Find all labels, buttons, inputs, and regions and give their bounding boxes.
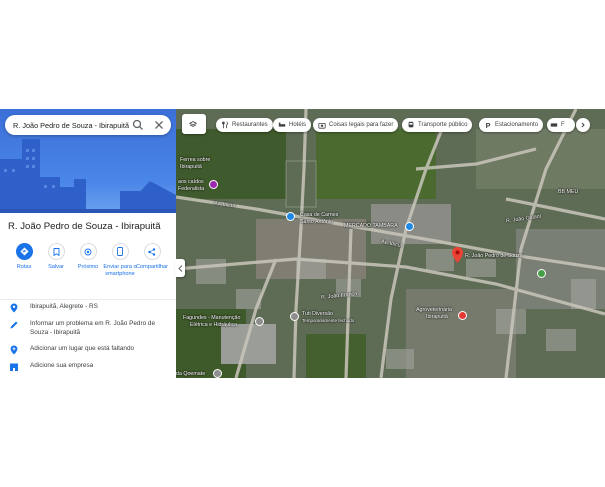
chevron-left-icon bbox=[177, 264, 182, 272]
restaurant-icon bbox=[222, 121, 228, 129]
map-label-casa-carnes2: Santo Antônio bbox=[300, 219, 333, 225]
place-pin-icon[interactable] bbox=[537, 269, 546, 278]
map-label-fagundes: Fagundes - Manutenção bbox=[183, 315, 241, 321]
transit-icon bbox=[408, 121, 414, 128]
chip-label: Transporte público bbox=[418, 122, 468, 128]
map-label-ferrea2: Ibirapuitã bbox=[180, 164, 202, 170]
closed-place-pin-icon[interactable] bbox=[290, 312, 299, 321]
nearby-icon bbox=[79, 243, 97, 260]
map-label-tuti2: Temporariamente fechado bbox=[302, 318, 355, 323]
place-hero-image: R. João Pedro de Souza - Ibirapuitã bbox=[0, 109, 176, 213]
location-row[interactable]: Ibirapuitã, Alegrete - RS bbox=[9, 303, 174, 313]
selected-location-pin-icon[interactable] bbox=[452, 247, 463, 263]
map-label-casa-carnes: Casa de Carnes bbox=[300, 212, 339, 218]
action-label: Próximo bbox=[77, 264, 99, 270]
side-panel: R. João Pedro de Souza - Ibirapuitã R. J… bbox=[0, 109, 176, 378]
share-icon bbox=[143, 243, 161, 260]
chip-transporte-publico[interactable]: Transporte público bbox=[402, 118, 473, 132]
share-button[interactable]: Compartilhar bbox=[134, 243, 170, 271]
map-label-ferrea: Ferrea sobre bbox=[180, 157, 211, 163]
location-text: Ibirapuitã, Alegrete - RS bbox=[30, 303, 98, 310]
landmark-pin-icon[interactable] bbox=[209, 180, 218, 189]
shopping-cart-pin-icon[interactable] bbox=[405, 222, 414, 231]
report-problem-row[interactable]: Informar um problema em R. João Pedro de… bbox=[9, 320, 174, 337]
chip-estacionamento[interactable]: P Estacionamento bbox=[479, 118, 544, 132]
map-label-fagundes2: Elétrica e Hidráulica bbox=[190, 322, 238, 328]
send-to-phone-icon bbox=[111, 243, 129, 260]
action-buttons: Rotas Salvar Próximo Enviar para o smart… bbox=[0, 243, 176, 293]
action-label: Rotas bbox=[16, 264, 32, 270]
close-icon[interactable] bbox=[152, 118, 166, 132]
map-label-agro2: Ibirapuitã bbox=[426, 314, 448, 320]
map-label-agro: Agroveterinária bbox=[416, 307, 452, 313]
map-label-bb-meu: BB MEU bbox=[558, 189, 579, 195]
search-query[interactable]: R. João Pedro de Souza - Ibirapuitã bbox=[13, 121, 131, 130]
add-business-row[interactable]: Adicione sua empresa bbox=[9, 362, 174, 372]
business-icon bbox=[10, 363, 18, 371]
directions-icon bbox=[15, 243, 33, 260]
chip-label: F bbox=[561, 122, 565, 128]
collapse-panel-button[interactable] bbox=[175, 259, 185, 277]
chevron-right-icon bbox=[581, 122, 585, 128]
shop-pin-icon[interactable] bbox=[286, 212, 295, 221]
bookmark-icon bbox=[47, 243, 65, 260]
map-label-selected-street: R. João Pedro de Souza bbox=[465, 253, 523, 259]
action-label: Compartilhar bbox=[135, 264, 169, 270]
search-box[interactable]: R. João Pedro de Souza - Ibirapuitã bbox=[5, 115, 171, 135]
camera-icon bbox=[318, 123, 326, 129]
chip-label: Coisas legais para fazer bbox=[329, 122, 394, 128]
location-pin-icon bbox=[10, 303, 18, 313]
chip-hoteis[interactable]: Hotéis bbox=[273, 118, 312, 132]
directions-button[interactable]: Rotas bbox=[6, 243, 42, 271]
store-pin-icon[interactable] bbox=[458, 311, 467, 320]
map-label-caidos: aos caídos bbox=[178, 179, 204, 185]
maps-window: Restaurantes Hotéis Coisas legais para f… bbox=[0, 109, 605, 378]
layers-button[interactable] bbox=[182, 114, 206, 134]
save-button[interactable]: Salvar bbox=[38, 243, 74, 271]
map-label-tuti: Tuti Diversão bbox=[302, 311, 334, 317]
action-label: Salvar bbox=[48, 264, 64, 270]
chip-label: Estacionamento bbox=[495, 122, 539, 128]
divider bbox=[0, 299, 176, 300]
chip-label: Restaurantes bbox=[232, 122, 268, 128]
more-icon bbox=[550, 123, 558, 127]
layers-icon bbox=[188, 121, 197, 127]
send-to-phone-button[interactable]: Enviar para o smartphone bbox=[102, 243, 138, 278]
place-title: R. João Pedro de Souza - Ibirapuitã bbox=[8, 221, 161, 232]
chip-restaurantes[interactable]: Restaurantes bbox=[216, 118, 273, 132]
map-label-caidos2: Federalista bbox=[178, 186, 205, 192]
parking-icon: P bbox=[486, 121, 491, 129]
add-place-row[interactable]: Adicionar um lugar que está faltando bbox=[9, 345, 174, 355]
action-label: Enviar para o smartphone bbox=[103, 264, 137, 277]
satellite-map[interactable]: Restaurantes Hotéis Coisas legais para f… bbox=[176, 109, 605, 378]
hotel-icon bbox=[278, 122, 286, 127]
search-icon[interactable] bbox=[131, 118, 145, 132]
map-label-mercado: MERCADO TAMBARA bbox=[344, 223, 398, 229]
add-location-icon bbox=[10, 345, 18, 355]
chip-label: Hotéis bbox=[289, 122, 307, 128]
report-problem-text: Informar um problema em R. João Pedro de… bbox=[30, 320, 156, 336]
svg-text:P: P bbox=[486, 121, 491, 129]
service-pin-icon[interactable] bbox=[255, 317, 264, 326]
chip-coisas-legais[interactable]: Coisas legais para fazer bbox=[313, 118, 399, 132]
add-business-text: Adicione sua empresa bbox=[30, 362, 94, 369]
chip-scroll-right-button[interactable] bbox=[576, 118, 590, 132]
add-place-text: Adicionar um lugar que está faltando bbox=[30, 345, 135, 352]
map-label-bottom: da Qoemate bbox=[176, 371, 206, 377]
bottom-pin-icon[interactable] bbox=[213, 369, 222, 378]
edit-pencil-icon bbox=[10, 321, 18, 329]
chip-more[interactable]: F bbox=[547, 118, 575, 132]
nearby-button[interactable]: Próximo bbox=[70, 243, 106, 271]
